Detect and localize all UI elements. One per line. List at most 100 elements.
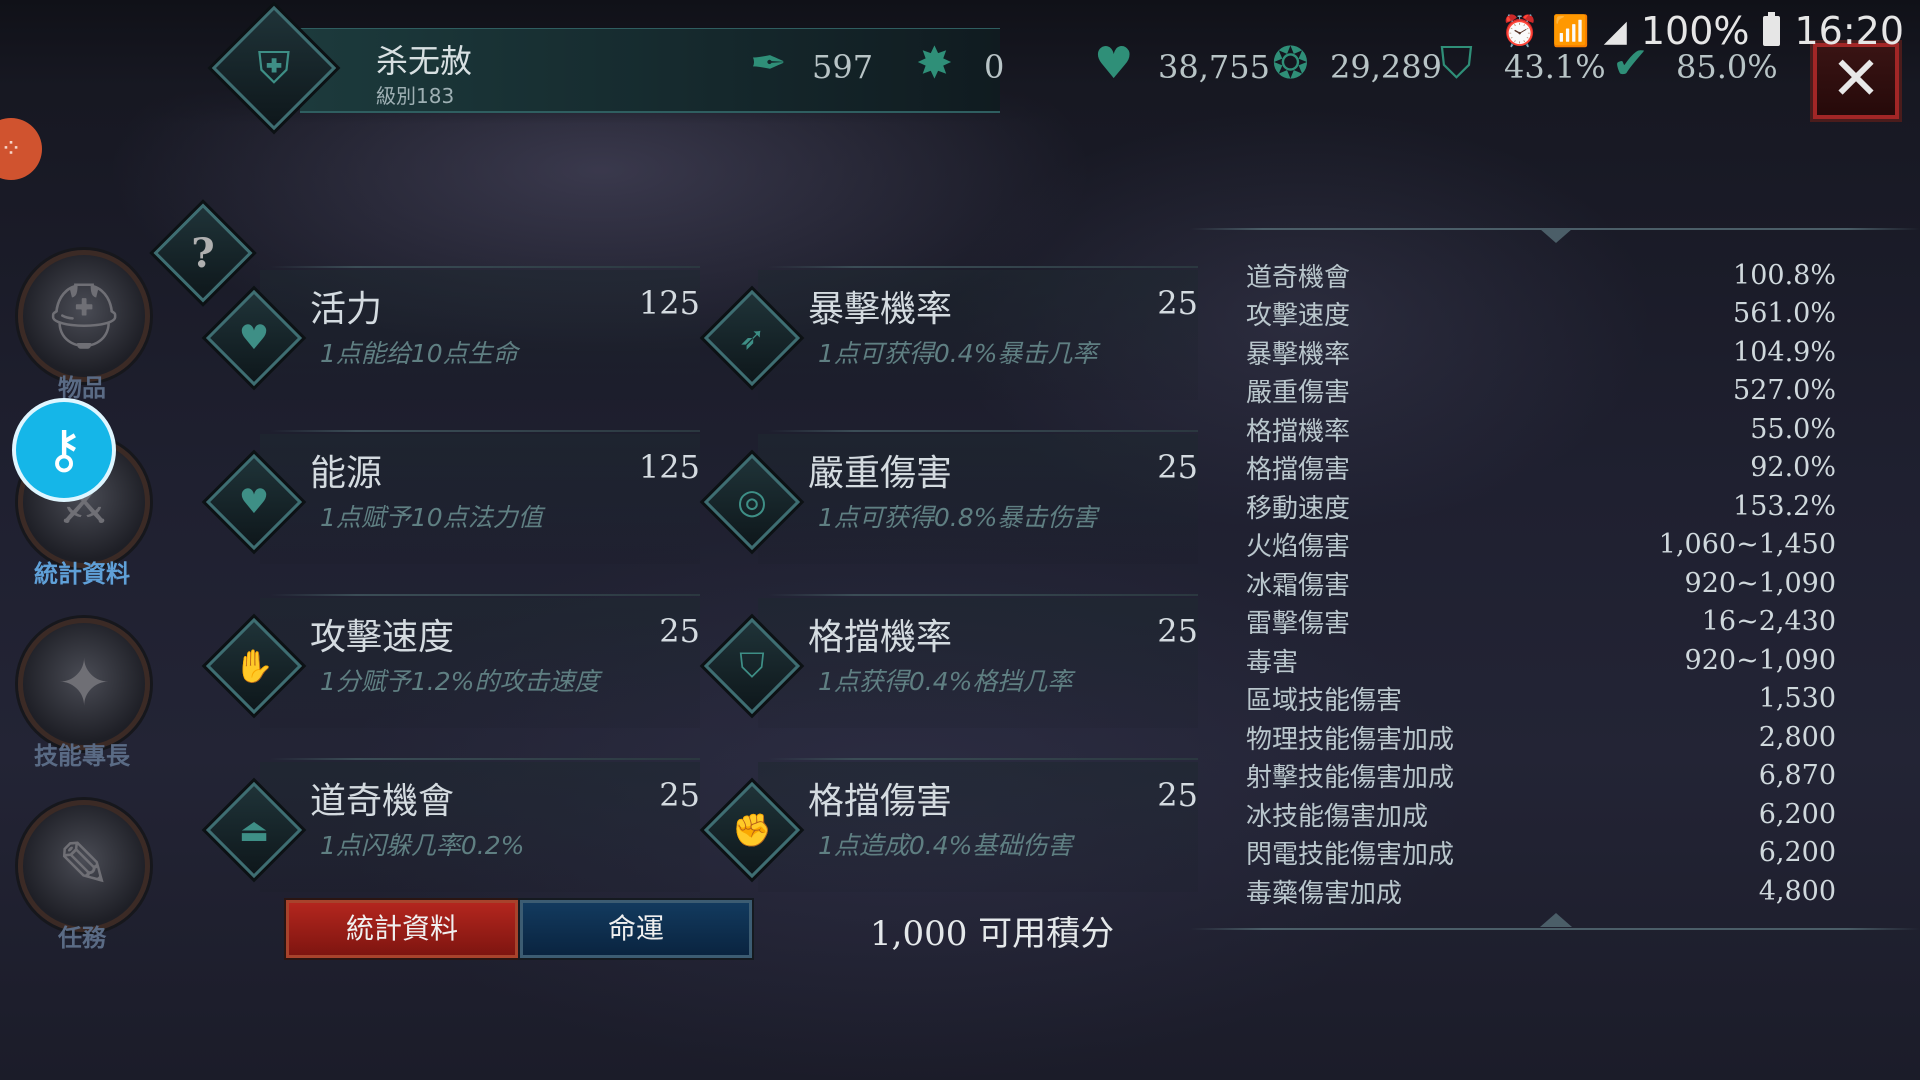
battery-icon [1763, 12, 1781, 46]
attribute-value: 25 [1157, 612, 1198, 650]
attribute-value: 25 [659, 612, 700, 650]
nav-item-label: 統計資料 [34, 560, 130, 588]
stat-name: 雷擊傷害 [1246, 609, 1351, 640]
stat-row: 冰技能傷害加成 6,200 [1246, 795, 1836, 834]
attribute-name: 攻擊速度 [310, 617, 455, 658]
attribute-desc: 1点闪躲几率0.2% [320, 831, 525, 860]
stat-value: 6,200 [1758, 837, 1836, 869]
attribute-card-crit-chance[interactable]: ➶ 暴擊機率 25 1点可获得0.4%暴击几率 [698, 264, 1198, 414]
stat-name: 冰霜傷害 [1246, 570, 1351, 601]
attribute-desc: 1点可获得0.8%暴击伤害 [818, 503, 1098, 532]
attribute-card-crit-damage[interactable]: ◎ 嚴重傷害 25 1点可获得0.8%暴击伤害 [698, 428, 1198, 578]
stat-row: 毒害 920~1,090 [1246, 641, 1836, 680]
stat-name: 嚴重傷害 [1246, 378, 1351, 409]
stat-value: 153.2% [1733, 490, 1836, 522]
card-divider [768, 266, 1198, 268]
nav-item-skills[interactable]: ✦ 技能專長 [18, 618, 150, 771]
card-divider [768, 430, 1198, 432]
target-icon: ◎ [737, 482, 767, 522]
tab-fate-button[interactable]: 命運 [520, 900, 752, 958]
card-divider [768, 594, 1198, 596]
attribute-card-attack-speed[interactable]: ✋ 攻擊速度 25 1分赋予1.2%的攻击速度 [200, 592, 700, 742]
stat-value: 2,800 [1758, 721, 1836, 753]
nav-item-label: 物品 [58, 374, 106, 402]
flame-icon: ❂ [1272, 38, 1309, 89]
available-points: 1,000 可用積分 [870, 914, 1115, 954]
stat-name: 火焰傷害 [1246, 532, 1351, 563]
stat-value: 100.8% [1733, 259, 1836, 291]
stat-name: 毒害 [1246, 647, 1299, 678]
attribute-desc: 1点造成0.4%基础伤害 [818, 831, 1073, 860]
mana-value: 29,289 [1330, 48, 1442, 86]
stat-row: 暴擊機率 104.9% [1246, 333, 1836, 372]
stat-value: 1,530 [1758, 683, 1836, 715]
stat-value: 104.9% [1733, 336, 1836, 368]
attribute-card-dodge[interactable]: ⏏ 道奇機會 25 1点闪躲几率0.2% [200, 756, 700, 906]
shield-icon: ⛉ [739, 646, 765, 686]
card-divider [270, 430, 700, 432]
heart-icon: ♥ [238, 482, 270, 522]
heart-icon: ♥ [238, 318, 270, 358]
helmet-icon: ⛑ [18, 250, 150, 382]
stat-row: 格擋傷害 92.0% [1246, 449, 1836, 488]
status-bar: ⏰ 📶 ◢ 100% 16:20 [1501, 0, 1920, 62]
character-name: 杀无赦 [376, 42, 473, 80]
splash-icon: ✸ [916, 38, 953, 89]
spartan-helmet-icon: ⛨ [257, 42, 291, 94]
attribute-desc: 1点可获得0.4%暴击几率 [818, 339, 1098, 368]
card-divider [270, 594, 700, 596]
stat-row: 毒藥傷害加成 4,800 [1246, 872, 1836, 911]
boot-icon: ⏏ [238, 811, 270, 849]
stats-frame-notch [1540, 229, 1572, 243]
stat-row: 物理技能傷害加成 2,800 [1246, 718, 1836, 757]
star-skill-icon: ✦ [18, 618, 150, 750]
attribute-name: 道奇機會 [310, 781, 455, 822]
stat-name: 道奇機會 [1246, 262, 1351, 293]
stat-name: 射擊技能傷害加成 [1246, 763, 1455, 794]
stat-value: 1,060~1,450 [1658, 529, 1836, 561]
attribute-card-energy[interactable]: ♥ 能源 125 1点赋予10点法力值 [200, 428, 700, 578]
stat-row: 閃電技能傷害加成 6,200 [1246, 834, 1836, 873]
stat-row: 區域技能傷害 1,530 [1246, 680, 1836, 719]
stat-value: 55.0% [1750, 413, 1836, 445]
attribute-name: 暴擊機率 [808, 289, 953, 330]
attribute-card-block-chance[interactable]: ⛉ 格擋機率 25 1点获得0.4%格挡几率 [698, 592, 1198, 742]
stat-row: 嚴重傷害 527.0% [1246, 372, 1836, 411]
scroll-quill-icon: ✎ [18, 800, 150, 932]
attribute-value: 125 [638, 284, 700, 322]
tab-stats-button[interactable]: 統計資料 [286, 900, 518, 958]
nav-item-label: 任務 [58, 924, 106, 952]
attribute-card-vitality[interactable]: ♥ 活力 125 1点能给10点生命 [200, 264, 700, 414]
stat-name: 暴擊機率 [1246, 339, 1351, 370]
nav-item-quests[interactable]: ✎ 任務 [18, 800, 150, 953]
attribute-desc: 1点能给10点生命 [320, 339, 518, 368]
attribute-desc: 1分赋予1.2%的攻击速度 [320, 667, 600, 696]
signal-icon: ◢ [1603, 13, 1627, 49]
stat-name: 物理技能傷害加成 [1246, 724, 1455, 755]
alarm-icon: ⏰ [1501, 13, 1539, 49]
attribute-name: 格擋傷害 [808, 781, 953, 822]
feather-count: 597 [812, 48, 874, 86]
attribute-name: 嚴重傷害 [808, 453, 953, 494]
stat-row: 道奇機會 100.8% [1246, 256, 1836, 295]
stat-name: 格擋機率 [1246, 416, 1351, 447]
splash-count: 0 [984, 48, 1005, 86]
card-divider [768, 758, 1198, 760]
wifi-icon: 📶 [1552, 13, 1590, 49]
attribute-name: 活力 [310, 289, 383, 330]
feather-icon: ✒ [750, 38, 787, 89]
menu-dots-button[interactable]: ⁘ [0, 118, 42, 180]
nav-item-items[interactable]: ⛑ 物品 [18, 250, 150, 403]
attribute-card-block-damage[interactable]: ✊ 格擋傷害 25 1点造成0.4%基础伤害 [698, 756, 1198, 906]
attribute-name: 格擋機率 [808, 617, 953, 658]
stat-row: 移動速度 153.2% [1246, 487, 1836, 526]
key-badge[interactable]: ⚷ [12, 398, 116, 502]
card-divider [270, 266, 700, 268]
clock: 16:20 [1794, 9, 1904, 53]
stat-name: 冰技能傷害加成 [1246, 801, 1429, 832]
attribute-value: 25 [1157, 776, 1198, 814]
stat-value: 16~2,430 [1701, 606, 1836, 638]
stat-name: 區域技能傷害 [1246, 686, 1403, 717]
stat-value: 6,870 [1758, 760, 1836, 792]
stat-row: 冰霜傷害 920~1,090 [1246, 564, 1836, 603]
